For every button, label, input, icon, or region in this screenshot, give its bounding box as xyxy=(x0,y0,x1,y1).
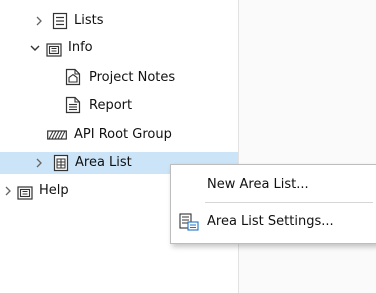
chevron-right-icon[interactable] xyxy=(34,16,44,26)
chevron-right-icon[interactable] xyxy=(3,186,13,196)
tree-item-label: Report xyxy=(89,98,133,113)
chevron-right-icon[interactable] xyxy=(34,158,44,168)
tree-item-label: Area List xyxy=(75,155,132,170)
tree-item-api-root-group[interactable]: API Root Group xyxy=(0,124,238,146)
content-area xyxy=(239,0,376,293)
menu-item-area-list-settings[interactable]: Area List Settings... xyxy=(171,208,376,236)
tree-item-report[interactable]: Report xyxy=(0,95,238,117)
tree-item-label: Project Notes xyxy=(89,70,176,85)
tree-item-label: API Root Group xyxy=(74,127,172,142)
layout-book-icon xyxy=(17,186,33,200)
list-document-icon xyxy=(52,12,68,30)
area-list-icon xyxy=(53,154,69,172)
report-document-icon xyxy=(65,96,81,114)
context-menu: New Area List... Area List Settings... xyxy=(170,164,376,244)
tree-item-info[interactable]: Info xyxy=(0,37,238,59)
tree-item-project-notes[interactable]: Project Notes xyxy=(0,67,238,89)
tree-item-lists[interactable]: Lists xyxy=(0,10,238,32)
menu-separator xyxy=(205,202,373,203)
chevron-down-icon[interactable] xyxy=(30,43,40,53)
tree-item-label: Lists xyxy=(74,13,104,28)
layout-book-icon xyxy=(46,43,62,57)
menu-item-new-area-list[interactable]: New Area List... xyxy=(171,171,376,199)
notes-document-icon xyxy=(65,68,81,86)
tree-item-label: Help xyxy=(39,183,69,198)
list-settings-icon xyxy=(179,213,199,231)
menu-item-label: Area List Settings... xyxy=(207,214,334,229)
navigator-tree-panel: Lists Info Project Notes Report API Root… xyxy=(0,0,239,293)
tree-item-label: Info xyxy=(68,40,93,55)
hatched-group-icon xyxy=(47,130,67,140)
menu-item-label: New Area List... xyxy=(207,177,309,192)
